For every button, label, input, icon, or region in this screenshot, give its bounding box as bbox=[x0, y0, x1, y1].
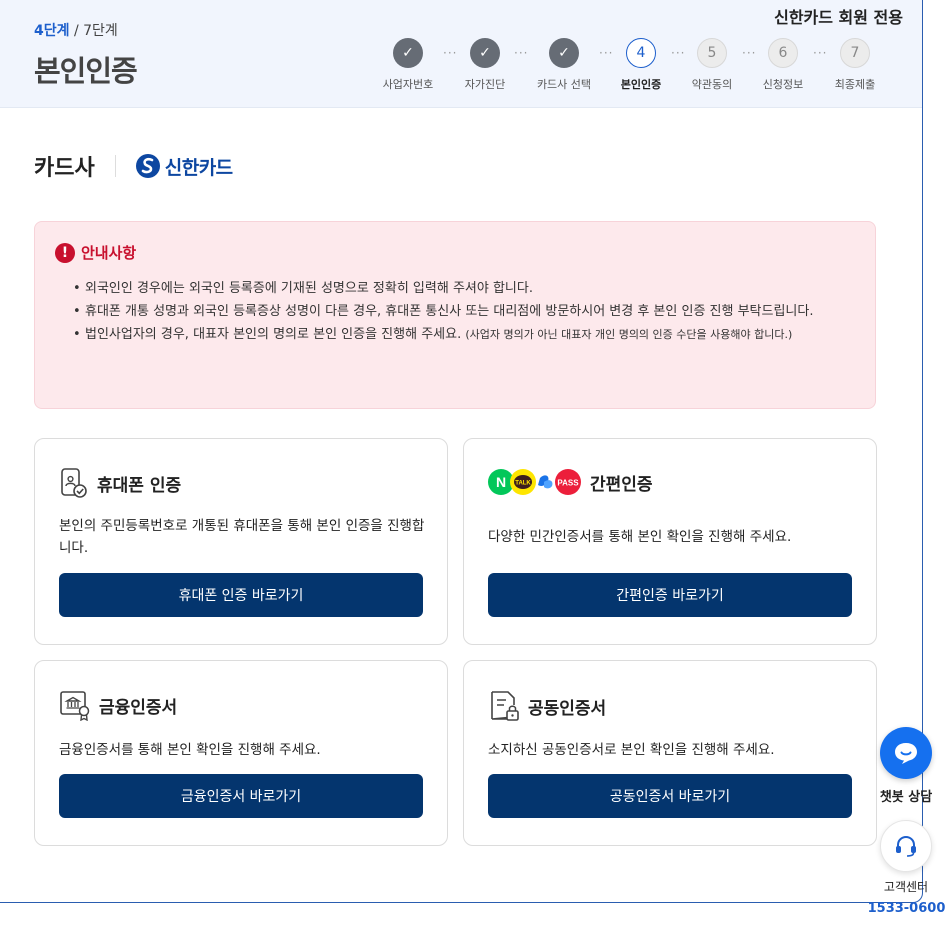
card-title: 간편인증 bbox=[590, 474, 653, 495]
step-number: 6 bbox=[768, 38, 798, 68]
shinhan-s-icon bbox=[135, 154, 160, 178]
notice-list: 외국인인 경우에는 외국인 등록증에 기재된 성명으로 정확히 입력해 주셔야 … bbox=[73, 278, 853, 347]
phone-cert-icon bbox=[61, 468, 87, 498]
joint-cert-card: 공동인증서 소지하신 공동인증서로 본인 확인을 진행해 주세요. 공동인증서 … bbox=[463, 660, 877, 846]
check-icon: ✓ bbox=[470, 38, 500, 68]
joint-cert-button[interactable]: 공동인증서 바로가기 bbox=[488, 774, 852, 818]
finance-cert-icon bbox=[60, 691, 90, 721]
notice-item: 법인사업자의 경우, 대표자 본인의 명의로 본인 인증을 진행해 주세요. (… bbox=[73, 324, 853, 345]
customer-center-phone[interactable]: 1533-0600 bbox=[864, 901, 949, 916]
member-only-label: 신한카드 회원 전용 bbox=[774, 8, 903, 27]
notice-item: 휴대폰 개통 성명과 외국인 등록증상 성명이 다른 경우, 휴대폰 통신사 또… bbox=[73, 301, 853, 322]
step-7: 7 최종제출 bbox=[815, 38, 895, 92]
card-desc: 다양한 민간인증서를 통해 본인 확인을 진행해 주세요. bbox=[488, 529, 792, 545]
step-4: 4 본인인증 bbox=[601, 38, 681, 92]
step-label: 본인인증 bbox=[620, 78, 662, 91]
card-title: 공동인증서 bbox=[528, 698, 607, 719]
step-label: 사업자번호 bbox=[382, 78, 434, 91]
chatbot-label: 챗봇 상담 bbox=[879, 790, 933, 805]
step-label: 신청정보 bbox=[762, 78, 804, 91]
step-number: 4 bbox=[626, 38, 656, 68]
phone-auth-button[interactable]: 휴대폰 인증 바로가기 bbox=[59, 573, 423, 617]
card-company: 카드사 신한카드 bbox=[34, 150, 233, 182]
step-1: ✓ 사업자번호 bbox=[368, 38, 448, 92]
notice-item: 외국인인 경우에는 외국인 등록증에 기재된 성명으로 정확히 입력해 주셔야 … bbox=[73, 278, 853, 299]
joint-cert-icon bbox=[491, 691, 519, 721]
finance-cert-card: 금융인증서 금융인증서를 통해 본인 확인을 진행해 주세요. 금융인증서 바로… bbox=[34, 660, 448, 846]
card-head: 휴대폰 인증 bbox=[59, 467, 181, 499]
simple-auth-card: N TALK PASS 간편인증 다양한 민간인증서를 통해 본인 확인을 진행… bbox=[463, 438, 877, 645]
card-title: 금융인증서 bbox=[99, 697, 178, 718]
chat-bubble-icon bbox=[895, 743, 917, 764]
notice-item-note: (사업자 명의가 아닌 대표자 개인 명의의 인증 수단을 사용해야 합니다.) bbox=[465, 328, 793, 341]
headset-icon bbox=[896, 835, 916, 857]
step-label: 최종제출 bbox=[834, 78, 876, 91]
progress-steps: ✓ 사업자번호 ··· ✓ 자가진단 ··· ✓ 카드사 선택 ··· 4 본인… bbox=[375, 38, 885, 98]
naver-badge: N bbox=[496, 474, 506, 490]
step-indicator: 4단계 / 7단계 bbox=[34, 20, 118, 40]
divider bbox=[114, 155, 116, 177]
card-desc: 소지하신 공동인증서로 본인 확인을 진행해 주세요. bbox=[488, 742, 775, 758]
step-number: 7 bbox=[840, 38, 870, 68]
step-current: 4단계 bbox=[34, 23, 70, 39]
check-icon: ✓ bbox=[549, 38, 579, 68]
simple-auth-button[interactable]: 간편인증 바로가기 bbox=[488, 573, 852, 617]
shinhan-card-logo: 신한카드 bbox=[135, 153, 233, 180]
pass-badge: PASS bbox=[557, 479, 579, 488]
card-title: 휴대폰 인증 bbox=[97, 475, 182, 496]
step-label: 약관동의 bbox=[691, 78, 733, 91]
phone-auth-card: 휴대폰 인증 본인의 주민등록번호로 개통된 휴대폰을 통해 본인 인증을 진행… bbox=[34, 438, 448, 645]
customer-center-label: 고객센터 bbox=[883, 880, 929, 894]
card-head: N TALK PASS 간편인증 bbox=[488, 467, 653, 497]
notice-item-text: 법인사업자의 경우, 대표자 본인의 명의로 본인 인증을 진행해 주세요. bbox=[85, 327, 462, 342]
card-company-label: 카드사 bbox=[34, 156, 95, 181]
kakao-badge: TALK bbox=[515, 481, 531, 487]
notice-box: ! 안내사항 외국인인 경우에는 외국인 등록증에 기재된 성명으로 정확히 입… bbox=[34, 221, 876, 409]
card-desc: 본인의 주민등록번호로 개통된 휴대폰을 통해 본인 인증을 진행합니다. bbox=[59, 518, 425, 556]
alert-icon: ! bbox=[55, 242, 75, 263]
notice-title: ! 안내사항 bbox=[55, 242, 136, 263]
card-head: 공동인증서 bbox=[488, 689, 606, 723]
notice-title-text: 안내사항 bbox=[81, 244, 137, 262]
chatbot-button[interactable] bbox=[880, 727, 932, 779]
step-label: 카드사 선택 bbox=[536, 78, 592, 91]
step-6: 6 신청정보 bbox=[743, 38, 823, 92]
step-total: / 7단계 bbox=[73, 23, 118, 39]
page-title: 본인인증 bbox=[34, 54, 138, 88]
customer-center-button[interactable] bbox=[880, 820, 932, 872]
card-head: 금융인증서 bbox=[59, 689, 177, 721]
finance-cert-button[interactable]: 금융인증서 바로가기 bbox=[59, 774, 423, 818]
main-frame: 4단계 / 7단계 본인인증 ✓ 사업자번호 ··· ✓ 자가진단 ··· ✓ … bbox=[0, 0, 923, 903]
check-icon: ✓ bbox=[393, 38, 423, 68]
step-3: ✓ 카드사 선택 bbox=[524, 38, 604, 92]
step-label: 자가진단 bbox=[464, 78, 506, 91]
step-2: ✓ 자가진단 bbox=[445, 38, 525, 92]
step-5: 5 약관동의 bbox=[672, 38, 752, 92]
brand-name: 신한카드 bbox=[164, 156, 233, 179]
simple-auth-logos-icon: N TALK PASS bbox=[488, 469, 581, 495]
step-number: 5 bbox=[697, 38, 727, 68]
card-desc: 금융인증서를 통해 본인 확인을 진행해 주세요. bbox=[59, 742, 321, 758]
